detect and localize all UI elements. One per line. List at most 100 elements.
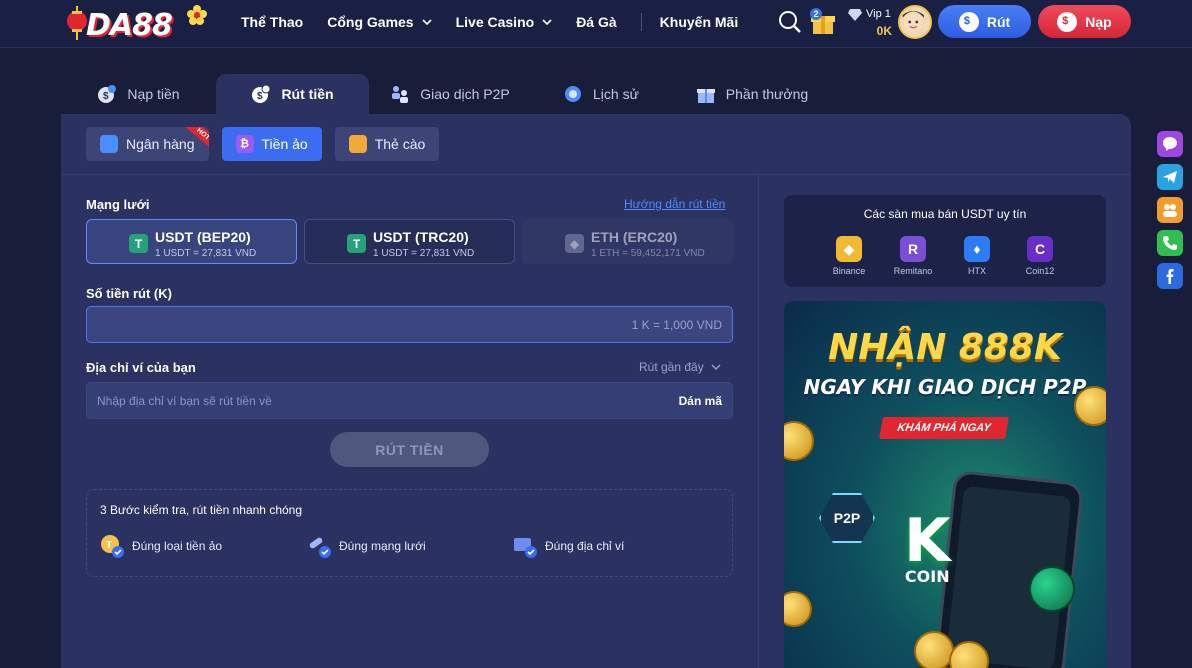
exchange-htx[interactable]: ♦ HTX: [947, 236, 1007, 276]
recent-withdrawals-dropdown[interactable]: Rút gần đây: [639, 360, 721, 374]
facebook-icon[interactable]: [1157, 263, 1183, 289]
withdraw-button[interactable]: $ Rút: [938, 5, 1031, 38]
nav-sports[interactable]: Thể Thao: [241, 14, 303, 30]
nav-promotions[interactable]: Khuyến Mãi: [660, 14, 739, 30]
subtab-crypto[interactable]: ₿ Tiền ảo: [221, 127, 322, 161]
exchange-name: Remitano: [893, 266, 933, 276]
avatar[interactable]: [898, 5, 932, 39]
history-icon: [565, 86, 582, 102]
subtab-scratch-card[interactable]: Thẻ cào: [334, 127, 440, 161]
wallet-tabs: $ Nạp tiền $ Rút tiền Giao dịch P2P Lịch…: [61, 74, 833, 114]
step-label: Đúng địa chỉ ví: [545, 539, 625, 553]
crypto-icon: ₿: [235, 135, 254, 153]
promo-cta-button[interactable]: KHÁM PHÁ NGAY: [879, 417, 1009, 439]
vip-status[interactable]: Vip 1 0K: [848, 6, 896, 40]
withdraw-panel: Ngân hàng HOT ₿ Tiền ảo Thẻ cào Mạng lướ…: [61, 114, 1131, 668]
checklist-title: 3 Bước kiểm tra, rút tiền nhanh chóng: [100, 503, 303, 517]
nav-label: Thể Thao: [241, 14, 304, 30]
network-option-erc20: ◆ ETH (ERC20) 1 ETH = 59,452,171 VND: [522, 219, 733, 264]
nav-live-casino[interactable]: Live Casino: [456, 14, 553, 30]
promo-headline: NHẬN 888K: [828, 327, 1062, 368]
network-label: Mạng lưới: [86, 197, 150, 212]
lantern-icon: [67, 6, 87, 40]
diamond-icon: [848, 9, 862, 21]
paste-button[interactable]: Dán mã: [679, 394, 722, 408]
nav-divider: [640, 13, 642, 31]
promo-banner[interactable]: NHẬN 888K NGAY KHI GIAO DỊCH P2P KHÁM PH…: [784, 301, 1106, 668]
step-label: Đúng loại tiền ảo: [132, 539, 223, 553]
network-name: USDT (BEP20): [155, 229, 251, 245]
kcoin-logo: K COIN: [904, 511, 951, 586]
nav-label: Đá Gà: [576, 14, 617, 30]
tab-p2p[interactable]: Giao dịch P2P: [369, 74, 531, 114]
exchange-remitano[interactable]: R Remitano: [883, 236, 943, 276]
tab-rewards[interactable]: Phần thưởng: [671, 74, 833, 114]
coin-decoration: [914, 631, 954, 668]
exchanges-card: Các sàn mua bán USDT uy tín ◆ Binance R …: [784, 195, 1106, 287]
ethereum-icon: ◆: [565, 234, 584, 253]
amount-input[interactable]: 1 K = 1,000 VND: [86, 306, 733, 343]
network-rate: 1 USDT = 27,831 VND: [373, 248, 475, 259]
network-rate: 1 USDT = 27,831 VND: [155, 248, 257, 259]
amount-hint: 1 K = 1,000 VND: [631, 318, 722, 332]
subtab-bank[interactable]: Ngân hàng HOT: [86, 127, 209, 161]
coin-decoration: [784, 591, 812, 627]
nav-games[interactable]: Cổng Games: [327, 14, 432, 30]
kcoin-token: [1029, 566, 1075, 612]
exchange-name: HTX: [968, 266, 986, 276]
logo[interactable]: DA88: [66, 4, 208, 44]
withdraw-submit-button[interactable]: RÚT TIỀN: [330, 432, 489, 467]
deposit-icon: $: [98, 85, 117, 103]
chevron-down-icon: [542, 19, 552, 26]
subtab-label: Ngân hàng: [126, 136, 195, 152]
nav-label: Live Casino: [455, 14, 535, 30]
checklist-step: Đúng địa chỉ ví: [513, 534, 624, 558]
binance-icon: ◆: [836, 236, 862, 262]
divider: [758, 174, 759, 668]
checklist-box: 3 Bước kiểm tra, rút tiền nhanh chóng T …: [86, 489, 733, 577]
nav-label: Cổng Games: [327, 14, 414, 30]
subtab-label: Thẻ cào: [374, 136, 426, 152]
withdraw-guide-link[interactable]: Hướng dẫn rút tiền: [624, 197, 725, 211]
card-icon: [348, 135, 367, 153]
address-placeholder: Nhập địa chỉ ví bạn sẽ rút tiền về: [97, 394, 272, 408]
withdraw-icon: $: [252, 84, 271, 103]
tab-history[interactable]: Lịch sử: [531, 74, 671, 114]
kcoin-letter: K: [904, 506, 951, 576]
group-icon[interactable]: [1157, 197, 1183, 223]
exchanges-title: Các sàn mua bán USDT uy tín: [863, 207, 1027, 221]
telegram-icon[interactable]: [1157, 164, 1183, 190]
exchange-name: Coin12: [1025, 266, 1055, 276]
checklist-step: T Đúng loại tiền ảo: [100, 534, 222, 558]
tether-icon: T: [347, 234, 366, 253]
messenger-icon[interactable]: [1157, 131, 1183, 157]
flower-icon: [187, 5, 207, 25]
wallet-address-input[interactable]: Nhập địa chỉ ví bạn sẽ rút tiền về Dán m…: [86, 382, 733, 419]
network-name: USDT (TRC20): [373, 229, 469, 245]
logo-text: DA88: [86, 8, 173, 43]
wallet-address-label: Địa chỉ ví của bạn: [86, 360, 196, 375]
tab-deposit[interactable]: $ Nạp tiền: [61, 74, 216, 114]
exchange-binance[interactable]: ◆ Binance: [819, 236, 879, 276]
tab-label: Lịch sử: [593, 86, 639, 102]
network-option-bep20[interactable]: T USDT (BEP20) 1 USDT = 27,831 VND: [86, 219, 297, 264]
deposit-icon: $: [1057, 11, 1078, 32]
phone-icon[interactable]: [1157, 230, 1183, 256]
gift-button[interactable]: 2: [810, 8, 836, 36]
deposit-button[interactable]: $ Nạp: [1038, 5, 1131, 38]
step-label: Đúng mạng lưới: [339, 539, 426, 553]
amount-label: Số tiền rút (K): [86, 286, 172, 301]
exchange-coin12[interactable]: C Coin12: [1010, 236, 1070, 276]
tab-label: Giao dịch P2P: [420, 86, 510, 102]
tab-withdraw[interactable]: $ Rút tiền: [216, 74, 369, 114]
search-icon[interactable]: [778, 10, 802, 34]
remitano-icon: R: [900, 236, 926, 262]
withdraw-icon: $: [958, 11, 979, 32]
nav-cockfight[interactable]: Đá Gà: [576, 14, 616, 30]
kcoin-word: COIN: [904, 567, 950, 586]
chevron-down-icon: [711, 364, 721, 370]
chevron-down-icon: [422, 19, 432, 26]
recent-label: Rút gần đây: [639, 360, 704, 374]
avatar-face-icon: [902, 10, 924, 32]
network-option-trc20[interactable]: T USDT (TRC20) 1 USDT = 27,831 VND: [304, 219, 515, 264]
